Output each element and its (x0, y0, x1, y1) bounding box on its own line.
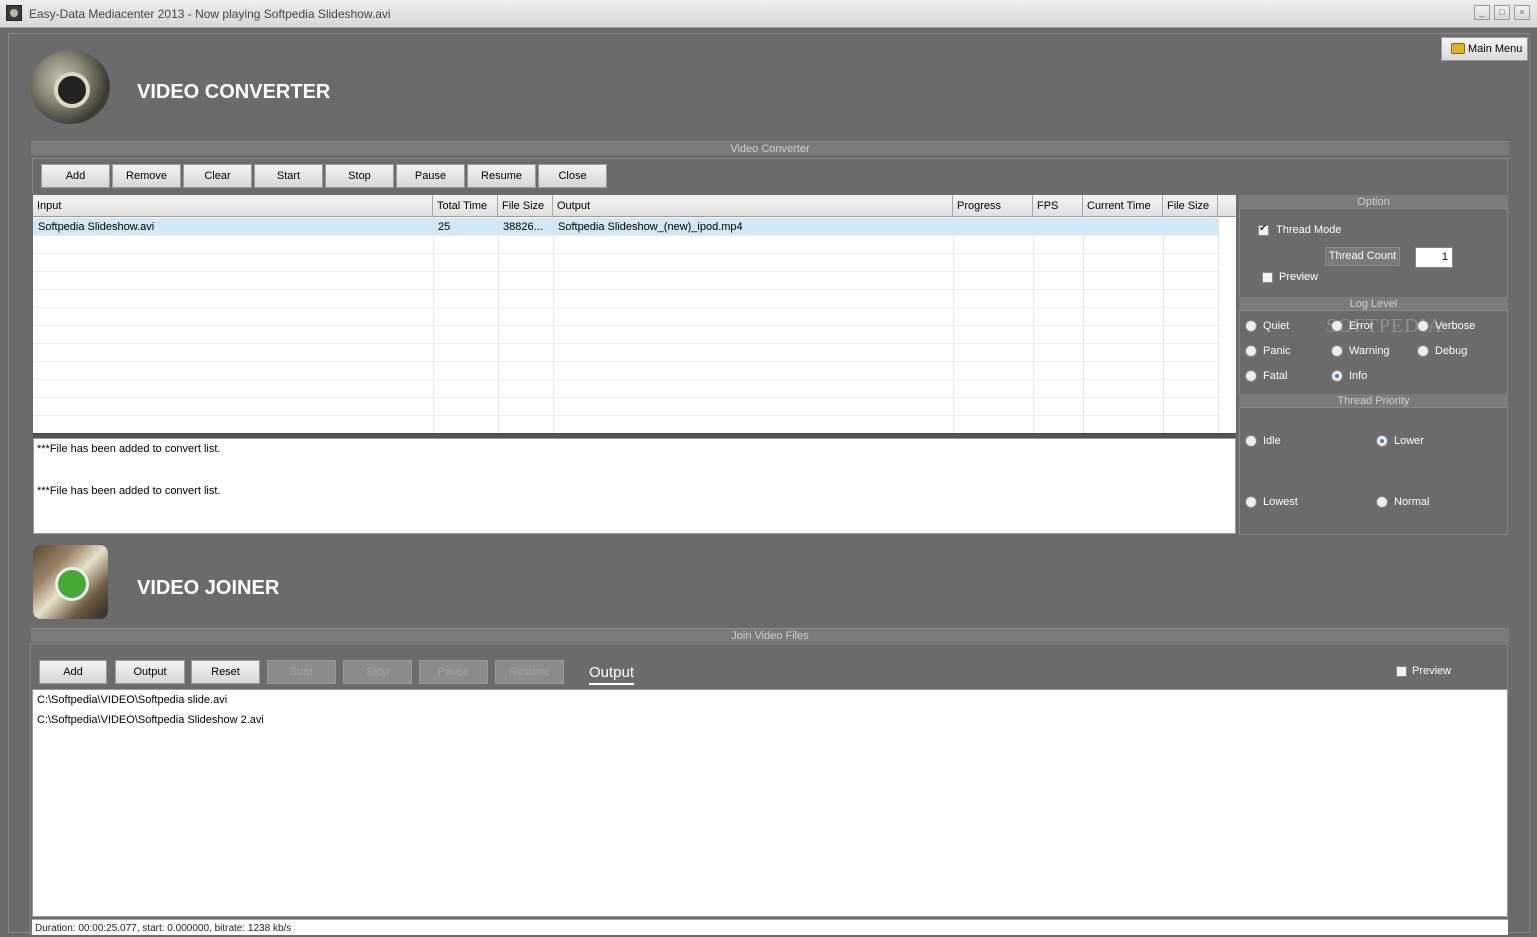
converter-add-button[interactable]: Add (41, 164, 110, 188)
log-level-fatal-label: Fatal (1263, 370, 1288, 382)
converter-log: ***File has been added to convert list. … (33, 438, 1236, 534)
priority-lowest-radio[interactable] (1245, 496, 1257, 508)
log-level-fatal-radio[interactable] (1245, 370, 1257, 382)
log-line: ***File has been added to convert list. (37, 443, 221, 455)
joiner-preview-checkbox[interactable] (1396, 666, 1407, 677)
log-level-title: Log Level (1239, 297, 1508, 311)
log-level-debug-radio[interactable] (1417, 345, 1429, 357)
priority-lower-radio[interactable] (1376, 435, 1388, 447)
log-level-panic-radio[interactable] (1245, 345, 1257, 357)
column-header-output[interactable]: Output (553, 195, 953, 217)
log-level-verbose-label: Verbose (1435, 320, 1476, 332)
joiner-add-button[interactable]: Add (39, 660, 107, 684)
cell-file-size: 38826... (503, 221, 543, 233)
log-level-quiet-radio[interactable] (1245, 320, 1257, 332)
log-level-info-radio[interactable] (1331, 370, 1343, 382)
video-joiner-logo (33, 545, 108, 619)
main-menu-button[interactable]: Main Menu (1441, 37, 1528, 61)
close-window-button[interactable]: × (1514, 5, 1530, 20)
cell-total-time: 25 (438, 221, 451, 233)
option-preview-label: Preview (1279, 271, 1319, 283)
joiner-resume-button[interactable]: Resume (495, 660, 564, 684)
priority-normal-radio[interactable] (1376, 496, 1388, 508)
priority-idle-label: Idle (1263, 435, 1281, 447)
thread-mode-checkbox[interactable] (1258, 223, 1269, 236)
table-header: Input Total Time File Size Output Progre… (33, 195, 1236, 217)
main-menu-label: Main Menu (1468, 43, 1523, 55)
output-tab[interactable]: Output (589, 664, 635, 685)
column-header-file-size[interactable]: File Size (498, 195, 553, 217)
option-section-title: Option (1239, 195, 1508, 209)
column-header-output-file-size[interactable]: File Size (1163, 195, 1218, 217)
column-header-input[interactable]: Input (33, 195, 433, 217)
thread-count-input[interactable]: 1 (1415, 247, 1453, 268)
log-level-warning-label: Warning (1349, 345, 1390, 357)
minimize-button[interactable]: _ (1474, 5, 1490, 20)
join-video-files-panel-title: Join Video Files (31, 628, 1509, 642)
title-bar: Easy-Data Mediacenter 2013 - Now playing… (0, 0, 1537, 28)
log-level-verbose-radio[interactable] (1417, 320, 1429, 332)
converter-close-button[interactable]: Close (538, 164, 607, 188)
joiner-preview-label: Preview (1412, 665, 1452, 677)
log-level-warning-radio[interactable] (1331, 345, 1343, 357)
joiner-output-button[interactable]: Output (115, 660, 185, 684)
video-converter-heading: VIDEO CONVERTER (137, 81, 331, 103)
joiner-stop-button[interactable]: Stop (343, 660, 412, 684)
priority-lower-label: Lower (1394, 435, 1424, 447)
converter-pause-button[interactable]: Pause (396, 164, 465, 188)
log-level-panic-label: Panic (1263, 345, 1291, 357)
priority-idle-radio[interactable] (1245, 435, 1257, 447)
cell-output: Softpedia Slideshow_(new)_ipod.mp4 (558, 221, 743, 233)
list-item[interactable]: C:\Softpedia\VIDEO\Softpedia slide.avi (37, 693, 1503, 713)
column-header-fps[interactable]: FPS (1033, 195, 1083, 217)
log-line: ***File has been added to convert list. (37, 485, 221, 497)
converter-stop-button[interactable]: Stop (325, 164, 394, 188)
joiner-status-line: Duration: 00:00:25.077, start: 0.000000,… (32, 919, 1508, 935)
log-level-debug-label: Debug (1435, 345, 1468, 357)
log-level-error-label: Error (1349, 320, 1374, 332)
log-level-error-radio[interactable] (1331, 320, 1343, 332)
log-level-quiet-label: Quiet (1263, 320, 1290, 332)
list-item[interactable]: C:\Softpedia\VIDEO\Softpedia Slideshow 2… (37, 713, 1503, 733)
log-level-info-label: Info (1349, 370, 1368, 382)
video-converter-logo (30, 50, 110, 124)
joiner-start-button[interactable]: Start (267, 660, 336, 684)
priority-lowest-label: Lowest (1263, 496, 1298, 508)
window-title: Easy-Data Mediacenter 2013 - Now playing… (29, 7, 391, 21)
convert-list-table[interactable]: Input Total Time File Size Output Progre… (33, 195, 1236, 433)
thread-mode-label: Thread Mode (1276, 224, 1342, 236)
options-panel (1239, 195, 1508, 535)
thread-count-label: Thread Count (1325, 247, 1400, 266)
folder-icon (1451, 43, 1465, 54)
column-header-current-time[interactable]: Current Time (1083, 195, 1163, 217)
cell-input: Softpedia Slideshow.avi (38, 221, 155, 233)
joiner-reset-button[interactable]: Reset (191, 660, 260, 684)
joiner-pause-button[interactable]: Pause (419, 660, 488, 684)
column-header-progress[interactable]: Progress (953, 195, 1033, 217)
converter-remove-button[interactable]: Remove (112, 164, 181, 188)
join-file-list[interactable]: C:\Softpedia\VIDEO\Softpedia slide.avi C… (32, 689, 1508, 917)
column-header-total-time[interactable]: Total Time (433, 195, 498, 217)
app-icon (6, 5, 22, 21)
converter-start-button[interactable]: Start (254, 164, 323, 188)
video-converter-panel-title: Video Converter (31, 141, 1509, 155)
maximize-button[interactable]: □ (1494, 5, 1510, 20)
video-joiner-heading: VIDEO JOINER (137, 577, 280, 599)
table-row[interactable]: Softpedia Slideshow.avi 25 38826... Soft… (33, 218, 1218, 236)
priority-normal-label: Normal (1394, 496, 1430, 508)
converter-clear-button[interactable]: Clear (183, 164, 252, 188)
thread-priority-title: Thread Priority (1239, 394, 1508, 408)
converter-resume-button[interactable]: Resume (467, 164, 536, 188)
option-preview-checkbox[interactable] (1262, 272, 1273, 283)
